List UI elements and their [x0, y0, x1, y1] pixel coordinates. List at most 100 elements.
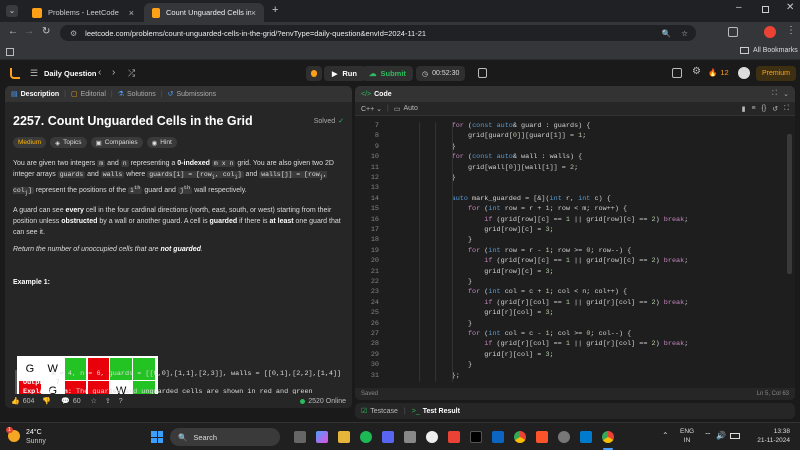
vscode-icon[interactable] [580, 431, 592, 443]
dislike-icon[interactable]: 👎 [42, 397, 51, 405]
settings-icon[interactable] [558, 431, 570, 443]
code-line[interactable]: grid[row][c] = 3; [419, 268, 553, 276]
forward-icon[interactable]: → [24, 26, 34, 37]
site-info-icon[interactable]: ⚙ [70, 29, 77, 38]
close-icon[interactable]: × [251, 8, 256, 18]
code-line[interactable]: } [419, 320, 472, 328]
chrome-active-icon[interactable] [602, 431, 614, 443]
code-line[interactable]: } [419, 236, 472, 244]
bookmark-icon[interactable]: ▮ [742, 105, 746, 113]
zoom-icon[interactable]: 🔍 [662, 29, 671, 38]
window-minimize-icon[interactable]: – [736, 2, 742, 13]
auto-mode-label[interactable]: Auto [404, 105, 418, 112]
window-restore-icon[interactable] [762, 6, 769, 13]
taskbar-search-box[interactable]: 🔍 Search [170, 428, 280, 446]
run-button[interactable]: ▶ Run [324, 66, 365, 81]
braces-icon[interactable]: {} [762, 105, 767, 112]
maximize-icon[interactable]: ⛶ [772, 90, 777, 98]
code-line[interactable]: grid[guard[0]][guard[1]] = 1; [419, 132, 586, 140]
apps-grid-icon[interactable] [6, 48, 14, 56]
submit-button[interactable]: ☁ Submit [362, 66, 413, 81]
code-editor[interactable]: 7 for (const auto& guard : guards) {8 gr… [355, 116, 795, 388]
tab-testcase[interactable]: Testcase [370, 408, 398, 415]
debug-button[interactable] [306, 66, 322, 81]
code-line[interactable]: for (const auto& guard : guards) { [419, 122, 591, 130]
daily-question-link[interactable]: Daily Question [44, 69, 97, 78]
format-icon[interactable]: ≡ [751, 105, 755, 112]
shuffle-icon[interactable]: ⤮ [128, 68, 135, 79]
menu-dots-icon[interactable]: ⋮ [786, 25, 796, 36]
copilot-icon[interactable] [316, 431, 328, 443]
tab-search-icon[interactable]: ⌄ [6, 5, 18, 17]
all-bookmarks-button[interactable]: All Bookmarks [740, 47, 798, 54]
tab-editorial[interactable]: Editorial [81, 91, 106, 98]
code-line[interactable]: } [419, 174, 456, 182]
code-line[interactable]: if (grid[row][c] == 1 || grid[row][c] ==… [419, 216, 688, 224]
fullscreen-icon[interactable]: ⛶ [784, 105, 789, 113]
close-icon[interactable]: × [129, 8, 134, 18]
collapse-icon[interactable]: ⌄ [783, 90, 789, 98]
reset-icon[interactable]: ↺ [772, 105, 778, 113]
settings-gear-icon[interactable]: ⚙ [692, 66, 701, 77]
file-explorer-icon[interactable] [338, 431, 350, 443]
code-line[interactable]: } [419, 143, 456, 151]
share-icon[interactable]: ⇪ [105, 397, 111, 405]
code-line[interactable]: for (int col = c + 1; col < n; col++) { [419, 288, 627, 296]
companies-button[interactable]: ▣ Companies [90, 137, 143, 148]
spotify-icon[interactable] [360, 431, 372, 443]
start-windows-icon[interactable] [151, 431, 163, 443]
bookmark-star-icon[interactable]: ☆ [681, 29, 688, 38]
code-line[interactable]: }; [419, 372, 460, 380]
back-icon[interactable]: ← [8, 26, 18, 37]
profile-icon[interactable] [764, 26, 776, 38]
comments-button[interactable]: 💬 60 [61, 397, 81, 406]
github-icon[interactable] [426, 431, 438, 443]
editor-scrollbar[interactable] [787, 134, 792, 274]
avatar[interactable] [738, 67, 750, 79]
weather-widget[interactable]: 1 24°C Sunny [6, 427, 68, 447]
wifi-icon[interactable]: ⌔ [704, 431, 712, 441]
topics-button[interactable]: ◈ Topics [50, 137, 87, 148]
new-tab-button[interactable]: + [272, 4, 278, 16]
tab-count-unguarded[interactable]: Count Unguarded Cells in the G × [144, 3, 264, 22]
timer-widget[interactable]: ◷ 00:52:30 [416, 66, 466, 81]
clock[interactable]: 13:38 21-11-2024 [752, 427, 790, 445]
tab-solutions[interactable]: Solutions [127, 91, 156, 98]
note-icon[interactable] [478, 68, 487, 78]
tab-problems[interactable]: Problems - LeetCode × [24, 3, 142, 22]
tab-test-result[interactable]: Test Result [423, 408, 460, 415]
leetcode-logo-icon[interactable] [10, 68, 20, 79]
window-close-icon[interactable]: ✕ [786, 2, 794, 13]
code-line[interactable]: if (grid[r][col] == 1 || grid[r][col] ==… [419, 299, 688, 307]
tray-chevron-icon[interactable]: ⌃ [662, 431, 669, 440]
chrome-icon[interactable] [514, 431, 526, 443]
reload-icon[interactable]: ↻ [42, 26, 50, 37]
language-indicator[interactable]: ENG IN [680, 427, 694, 445]
calculator-icon[interactable] [404, 431, 416, 443]
code-line[interactable]: auto mark_guarded = [&](int r, int c) { [419, 195, 611, 203]
task-view-icon[interactable] [294, 431, 306, 443]
favorite-star-icon[interactable]: ☆ [91, 397, 97, 405]
next-question-icon[interactable]: › [112, 67, 115, 78]
streak-counter[interactable]: 🔥 12 [708, 68, 729, 77]
x-twitter-icon[interactable] [470, 431, 482, 443]
problem-list-icon[interactable]: ☰ [30, 68, 38, 79]
code-line[interactable]: } [419, 278, 472, 286]
code-line[interactable]: grid[r][col] = 3; [419, 351, 553, 359]
difficulty-badge[interactable]: Medium [13, 137, 47, 148]
code-line[interactable]: if (grid[r][col] == 1 || grid[r][col] ==… [419, 340, 688, 348]
code-line[interactable]: for (int row = r + 1; row < m; row++) { [419, 205, 627, 213]
layout-icon[interactable] [672, 68, 682, 78]
code-line[interactable]: if (grid[row][c] == 1 || grid[row][c] ==… [419, 257, 688, 265]
code-line[interactable]: for (const auto& wall : walls) { [419, 153, 583, 161]
linkedin-icon[interactable] [492, 431, 504, 443]
discord-icon[interactable] [382, 431, 394, 443]
help-icon[interactable]: ? [119, 398, 123, 405]
code-line[interactable]: } [419, 361, 472, 369]
like-button[interactable]: 👍 604 [11, 397, 34, 406]
tab-submissions[interactable]: Submissions [177, 91, 217, 98]
code-line[interactable]: grid[row][c] = 3; [419, 226, 553, 234]
premium-button[interactable]: Premium [756, 66, 797, 81]
url-field[interactable]: ⚙ leetcode.com/problems/count-unguarded-… [60, 25, 696, 41]
language-select[interactable]: C++ ⌄ [361, 105, 382, 113]
